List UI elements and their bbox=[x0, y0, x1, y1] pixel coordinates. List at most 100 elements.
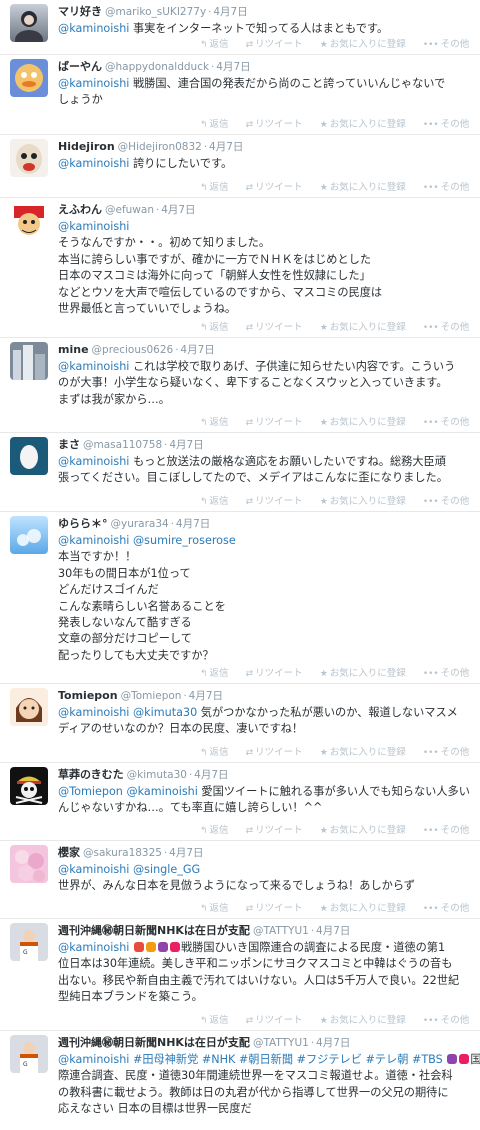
retweet-button[interactable]: ⇄ リツイート bbox=[246, 744, 303, 758]
avatar[interactable] bbox=[10, 845, 48, 883]
more-button[interactable]: ••• その他 bbox=[423, 493, 469, 507]
avatar[interactable] bbox=[10, 4, 48, 42]
author-name[interactable]: 草莽のきむた bbox=[58, 768, 124, 781]
retweet-button[interactable]: ⇄ リツイート bbox=[246, 493, 303, 507]
timestamp[interactable]: 4月7日 bbox=[316, 925, 350, 937]
author-handle[interactable]: @mariko_sUKI277y bbox=[105, 6, 206, 18]
mention-link[interactable]: @kaminoishi bbox=[58, 863, 129, 876]
timestamp[interactable]: 4月7日 bbox=[169, 847, 203, 859]
reply-button[interactable]: ↰ 返信 bbox=[200, 744, 229, 758]
mention-link[interactable]: @kaminoishi bbox=[58, 706, 129, 719]
mention-link[interactable]: @kaminoishi bbox=[58, 220, 129, 233]
author-name[interactable]: ばーやん bbox=[58, 60, 102, 73]
tweet[interactable]: まさ @masa110758 · 4月7日 @kaminoishi もっと放送法の厳格… bbox=[0, 433, 480, 512]
hashtag-link[interactable]: #朝日新聞 bbox=[239, 1053, 293, 1066]
timestamp[interactable]: 4月7日 bbox=[213, 6, 247, 18]
author-name[interactable]: マリ好き bbox=[58, 5, 102, 18]
retweet-button[interactable]: ⇄ リツイート bbox=[246, 319, 303, 333]
timestamp[interactable]: 4月7日 bbox=[169, 439, 203, 451]
author-handle[interactable]: @sakura18325 bbox=[83, 847, 162, 859]
author-handle[interactable]: @Tomiepon bbox=[121, 690, 182, 702]
tweet[interactable]: マリ好き @mariko_sUKI277y · 4月7日 @kaminoishi 事実… bbox=[0, 0, 480, 55]
timestamp[interactable]: 4月7日 bbox=[209, 141, 243, 153]
retweet-button[interactable]: ⇄ リツイート bbox=[246, 822, 303, 836]
more-button[interactable]: ••• その他 bbox=[423, 822, 469, 836]
more-button[interactable]: ••• その他 bbox=[423, 116, 469, 130]
favorite-button[interactable]: ★ お気に入りに登録 bbox=[320, 1012, 406, 1026]
hashtag-link[interactable]: #フジテレビ bbox=[297, 1053, 362, 1066]
author-handle[interactable]: @efuwan bbox=[105, 204, 154, 216]
avatar[interactable] bbox=[10, 767, 48, 805]
retweet-button[interactable]: ⇄ リツイート bbox=[246, 116, 303, 130]
author-handle[interactable]: @TATTYU1 bbox=[253, 1037, 309, 1049]
more-button[interactable]: ••• その他 bbox=[423, 665, 469, 679]
mention-link[interactable]: @kaminoishi bbox=[58, 1053, 129, 1066]
hashtag-link[interactable]: #テレ朝 bbox=[365, 1053, 408, 1066]
mention-link[interactable]: @kaminoishi bbox=[58, 77, 129, 90]
reply-button[interactable]: ↰ 返信 bbox=[200, 665, 229, 679]
timestamp[interactable]: 4月7日 bbox=[216, 61, 250, 73]
author-name[interactable]: 櫻家 bbox=[58, 846, 80, 859]
retweet-button[interactable]: ⇄ リツイート bbox=[246, 414, 303, 428]
mention-link[interactable]: @kaminoishi bbox=[58, 534, 129, 547]
avatar[interactable]: G bbox=[10, 1035, 48, 1073]
more-button[interactable]: ••• その他 bbox=[423, 1012, 469, 1026]
mention-link[interactable]: @kaminoishi bbox=[126, 785, 197, 798]
author-handle[interactable]: @precious0626 bbox=[92, 344, 174, 356]
timestamp[interactable]: 4月7日 bbox=[316, 1037, 350, 1049]
hashtag-link[interactable]: #田母神新党 bbox=[133, 1053, 198, 1066]
author-handle[interactable]: @TATTYU1 bbox=[253, 925, 309, 937]
tweet[interactable]: ばーやん @happydonaldduck · 4月7日 @kaminoishi 戦勝… bbox=[0, 55, 480, 135]
author-name[interactable]: Hidejiron bbox=[58, 140, 115, 153]
reply-button[interactable]: ↰ 返信 bbox=[200, 179, 229, 193]
tweet[interactable]: mine @precious0626 · 4月7日 @kaminoishi これは学校… bbox=[0, 338, 480, 433]
author-name[interactable]: ゆらら＊° bbox=[58, 517, 108, 530]
more-button[interactable]: ••• その他 bbox=[423, 179, 469, 193]
more-button[interactable]: ••• その他 bbox=[423, 744, 469, 758]
mention-link[interactable]: @single_GG bbox=[133, 863, 200, 876]
tweet[interactable]: ゆらら＊° @yurara34 · 4月7日 @kaminoishi @sumire_… bbox=[0, 512, 480, 684]
mention-link[interactable]: @kaminoishi bbox=[58, 455, 129, 468]
reply-button[interactable]: ↰ 返信 bbox=[200, 116, 229, 130]
favorite-button[interactable]: ★ お気に入りに登録 bbox=[320, 744, 406, 758]
timestamp[interactable]: 4月7日 bbox=[176, 518, 210, 530]
avatar[interactable] bbox=[10, 202, 48, 240]
more-button[interactable]: ••• その他 bbox=[423, 414, 469, 428]
timestamp[interactable]: 4月7日 bbox=[189, 690, 223, 702]
favorite-button[interactable]: ★ お気に入りに登録 bbox=[320, 116, 406, 130]
tweet[interactable]: Hidejiron @Hidejiron0832 · 4月7日 @kaminoishi… bbox=[0, 135, 480, 198]
retweet-button[interactable]: ⇄ リツイート bbox=[246, 900, 303, 914]
tweet[interactable]: 櫻家 @sakura18325 · 4月7日 @kaminoishi @single_… bbox=[0, 841, 480, 919]
avatar[interactable]: G bbox=[10, 923, 48, 961]
retweet-button[interactable]: ⇄ リツイート bbox=[246, 179, 303, 193]
favorite-button[interactable]: ★ お気に入りに登録 bbox=[320, 665, 406, 679]
author-name[interactable]: 週刊沖縄㊙朝日新聞NHKは在日が支配 bbox=[58, 1036, 250, 1049]
retweet-button[interactable]: ⇄ リツイート bbox=[246, 665, 303, 679]
hashtag-link[interactable]: #NHK bbox=[202, 1053, 236, 1066]
avatar[interactable] bbox=[10, 516, 48, 554]
mention-link[interactable]: @kaminoishi bbox=[58, 22, 129, 35]
timestamp[interactable]: 4月7日 bbox=[180, 344, 214, 356]
author-name[interactable]: えふわん bbox=[58, 203, 102, 216]
author-handle[interactable]: @Hidejiron0832 bbox=[118, 141, 202, 153]
mention-link[interactable]: @kaminoishi bbox=[58, 941, 129, 954]
tweet[interactable]: えふわん @efuwan · 4月7日 @kaminoishi そうなんですか・・。初… bbox=[0, 198, 480, 338]
author-handle[interactable]: @happydonaldduck bbox=[105, 61, 209, 73]
author-name[interactable]: 週刊沖縄㊙朝日新聞NHKは在日が支配 bbox=[58, 924, 250, 937]
retweet-button[interactable]: ⇄ リツイート bbox=[246, 1012, 303, 1026]
reply-button[interactable]: ↰ 返信 bbox=[200, 493, 229, 507]
mention-link[interactable]: @sumire_roserose bbox=[133, 534, 236, 547]
retweet-button[interactable]: ⇄ リツイート bbox=[246, 36, 303, 50]
reply-button[interactable]: ↰ 返信 bbox=[200, 414, 229, 428]
favorite-button[interactable]: ★ お気に入りに登録 bbox=[320, 900, 406, 914]
favorite-button[interactable]: ★ お気に入りに登録 bbox=[320, 414, 406, 428]
timestamp[interactable]: 4月7日 bbox=[194, 769, 228, 781]
avatar[interactable] bbox=[10, 59, 48, 97]
more-button[interactable]: ••• その他 bbox=[423, 36, 469, 50]
tweet[interactable]: 草莽のきむた @kimuta30 · 4月7日 @Tomiepon @kaminois… bbox=[0, 763, 480, 841]
favorite-button[interactable]: ★ お気に入りに登録 bbox=[320, 319, 406, 333]
more-button[interactable]: ••• その他 bbox=[423, 900, 469, 914]
avatar[interactable] bbox=[10, 139, 48, 177]
author-handle[interactable]: @kimuta30 bbox=[127, 769, 187, 781]
author-name[interactable]: まさ bbox=[58, 438, 80, 451]
